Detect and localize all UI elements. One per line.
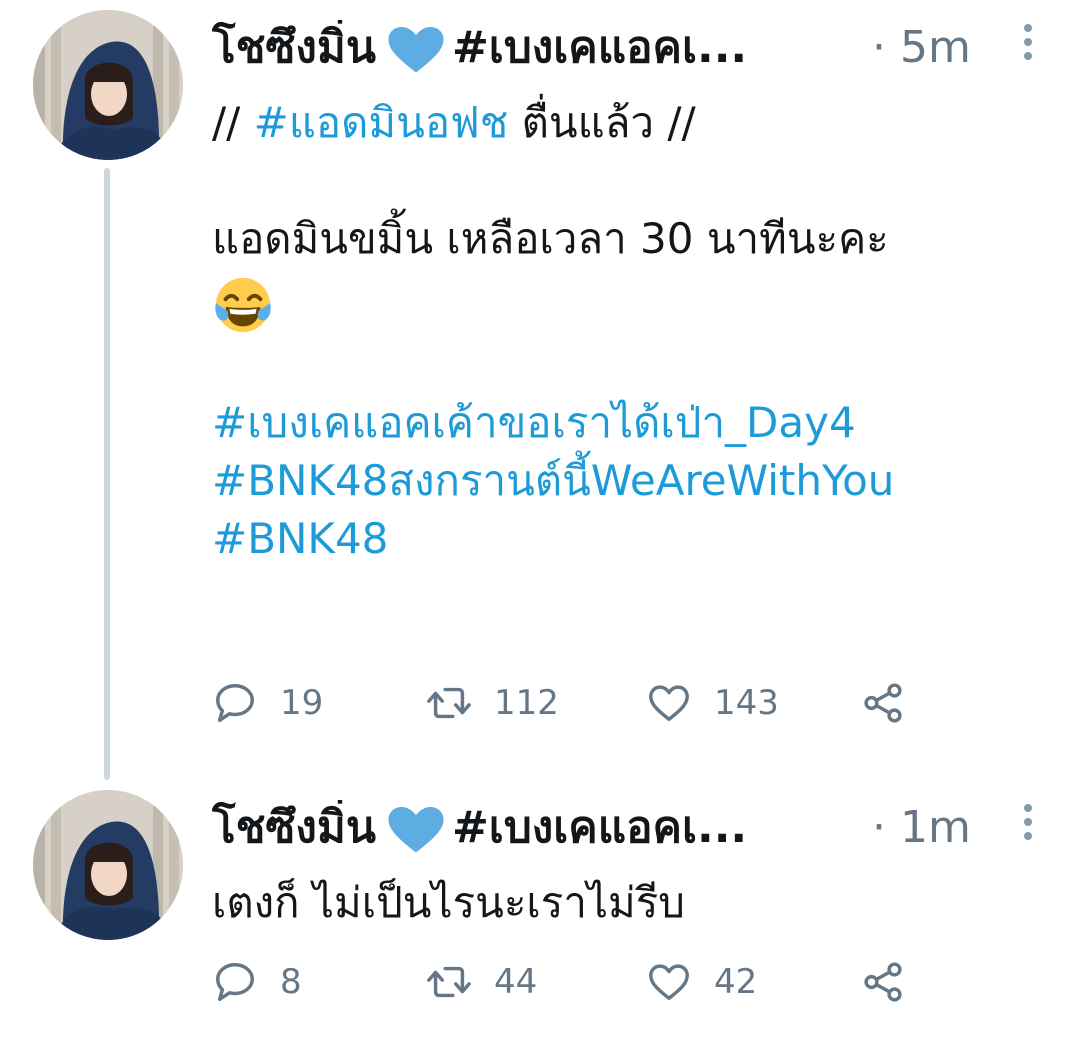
- time-separator: ·: [872, 22, 900, 73]
- share-button[interactable]: [860, 957, 928, 1007]
- tweet-text: // #แอดมินอฟช ตื่นแล้ว // แอดมินขมิ้น เห…: [212, 94, 1052, 568]
- display-name[interactable]: โชซึงมิ่น #เบงเคแอคเ...: [212, 20, 842, 76]
- avatar[interactable]: [33, 10, 183, 160]
- like-icon: [649, 964, 689, 1001]
- timestamp[interactable]: · 1m: [872, 800, 971, 856]
- reply-icon: [216, 684, 254, 722]
- display-name-text: โชซึงมิ่น: [212, 22, 376, 73]
- more-icon[interactable]: [1018, 24, 1038, 68]
- hashtag-link[interactable]: #BNK48: [212, 510, 1052, 568]
- reply-count: 8: [280, 962, 302, 1002]
- retweet-icon: [427, 687, 471, 719]
- reply-button[interactable]: 8: [212, 957, 302, 1007]
- more-icon[interactable]: [1018, 804, 1038, 848]
- like-count: 42: [714, 962, 758, 1002]
- blue-heart-icon: [386, 805, 446, 855]
- tweet-actions: 8 44 42: [212, 957, 932, 1007]
- display-name-text: โชซึงมิ่น: [212, 802, 376, 853]
- retweet-count: 112: [494, 683, 559, 723]
- like-button[interactable]: 42: [646, 957, 757, 1007]
- time-text: 1m: [899, 802, 971, 853]
- reply-button[interactable]: 19: [212, 678, 323, 728]
- tweet-header: โชซึงมิ่น #เบงเคแอคเ... · 1m: [212, 794, 1042, 864]
- tweet-text: เตงก็ ไม่เป็นไรนะเราไม่รีบ: [212, 874, 1052, 932]
- hashtag-link[interactable]: #เบงเคแอคเค้าขอเราได้เป่า_Day4: [212, 394, 1052, 452]
- like-button[interactable]: 143: [646, 678, 779, 728]
- text-segment: ตื่นแล้ว //: [508, 98, 696, 147]
- thread-line: [104, 168, 110, 780]
- time-text: 5m: [899, 22, 971, 73]
- display-name[interactable]: โชซึงมิ่น #เบงเคแอคเ...: [212, 800, 842, 856]
- text-line: // #แอดมินอฟช ตื่นแล้ว //: [212, 94, 1052, 152]
- text-line: เตงก็ ไม่เป็นไรนะเราไม่รีบ: [212, 878, 685, 927]
- avatar[interactable]: [33, 790, 183, 940]
- tweet-header: โชซึงมิ่น #เบงเคแอคเ... · 5m: [212, 14, 1042, 84]
- like-icon: [649, 685, 689, 722]
- tweet[interactable]: โชซึงมิ่น #เบงเคแอคเ... · 1m เตงก็ ไม่เป็…: [0, 780, 1080, 1042]
- reply-icon: [216, 963, 254, 1001]
- retweet-count: 44: [494, 962, 538, 1002]
- avatar-image: [33, 10, 183, 160]
- retweet-icon: [427, 966, 471, 998]
- share-button[interactable]: [860, 678, 928, 728]
- blue-heart-icon: [386, 25, 446, 75]
- text-segment: //: [212, 98, 254, 147]
- avatar-image: [33, 790, 183, 940]
- timestamp[interactable]: · 5m: [872, 20, 971, 76]
- hashtag-link[interactable]: #แอดมินอฟช: [254, 98, 509, 147]
- display-name-hashtag: #เบงเคแอคเ...: [451, 22, 748, 73]
- hashtag-link[interactable]: #BNK48สงกรานต์นี้WeAreWithYou: [212, 452, 1052, 510]
- time-separator: ·: [872, 802, 900, 853]
- share-icon: [864, 962, 902, 1002]
- share-icon: [864, 683, 902, 723]
- retweet-button[interactable]: 44: [426, 957, 537, 1007]
- face-with-tears-of-joy-icon: [215, 277, 271, 333]
- emoji-line: [212, 274, 1052, 336]
- tweet-actions: 19 112 143: [212, 678, 932, 728]
- tweet[interactable]: โชซึงมิ่น #เบงเคแอคเ... · 5m // #แอดมินอฟ…: [0, 0, 1080, 780]
- text-line: แอดมินขมิ้น เหลือเวลา 30 นาทีนะคะ: [212, 214, 889, 263]
- like-count: 143: [714, 683, 779, 723]
- reply-count: 19: [280, 683, 324, 723]
- retweet-button[interactable]: 112: [426, 678, 559, 728]
- display-name-hashtag: #เบงเคแอคเ...: [451, 802, 748, 853]
